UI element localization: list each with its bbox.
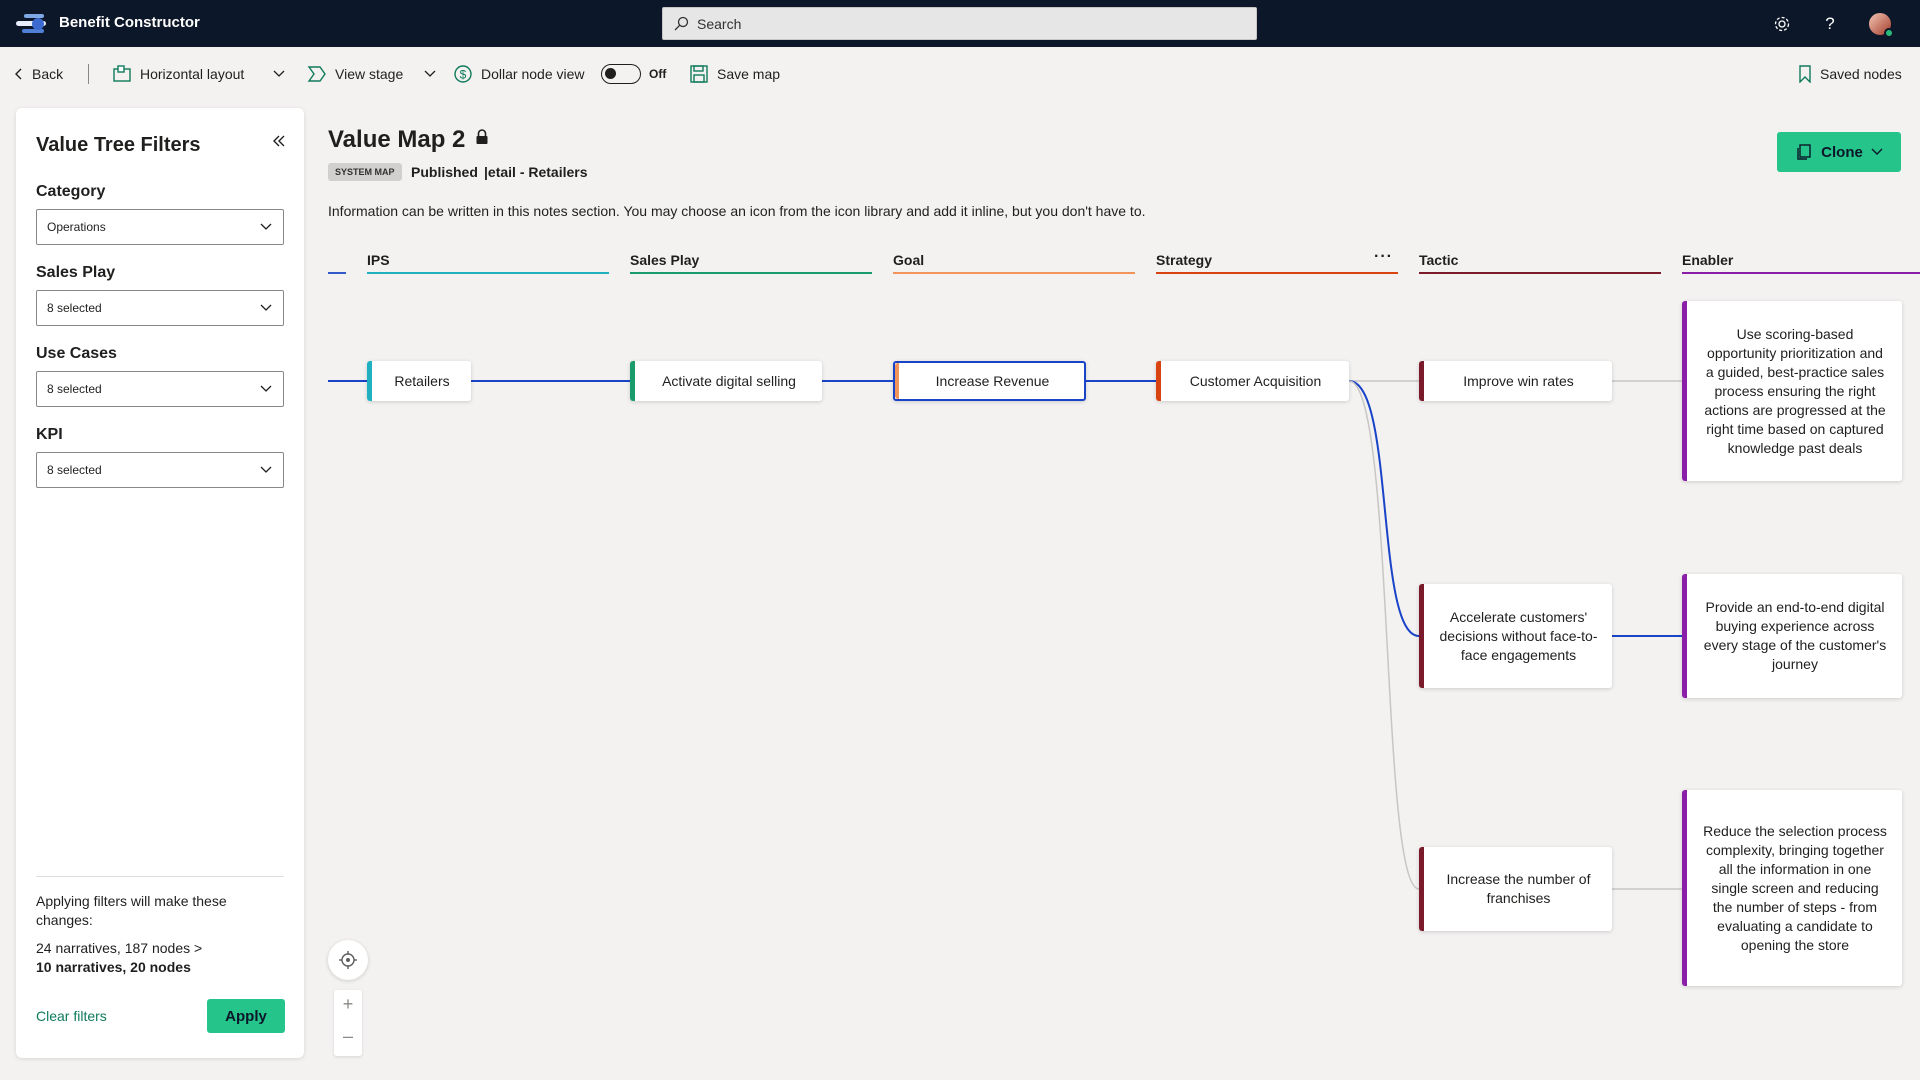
node-accent: [895, 363, 899, 399]
node-label: Reduce the selection process complexity,…: [1703, 822, 1887, 953]
node-label: Activate digital selling: [662, 372, 796, 389]
node-strategy[interactable]: Customer Acquisition: [1156, 361, 1349, 401]
node-label: Customer Acquisition: [1189, 372, 1322, 389]
node-sales-play[interactable]: Activate digital selling: [630, 361, 822, 401]
node-label: Increase the number of franchises: [1446, 871, 1591, 906]
node-accent: [1682, 301, 1687, 481]
node-accent: [1682, 574, 1687, 698]
zoom-in-icon[interactable]: +: [334, 994, 362, 1015]
node-enabler[interactable]: Use scoring-based opportunity prioritiza…: [1682, 301, 1902, 481]
node-label: Use scoring-based opportunity prioritiza…: [1704, 325, 1886, 456]
node-accent: [1419, 361, 1424, 401]
node-tactic[interactable]: Accelerate customers' decisions without …: [1419, 584, 1612, 688]
node-accent: [367, 361, 372, 401]
node-accent: [1419, 847, 1424, 931]
node-label: Retailers: [394, 372, 450, 389]
node-enabler[interactable]: Reduce the selection process complexity,…: [1682, 790, 1902, 986]
node-ips[interactable]: Retailers: [367, 361, 471, 401]
node-accent: [630, 361, 635, 401]
node-label: Improve win rates: [1463, 372, 1574, 389]
connector-lines: [328, 380, 1682, 890]
recenter-button[interactable]: [328, 940, 368, 980]
target-icon: [339, 951, 357, 969]
node-accent: [1156, 361, 1161, 401]
node-tactic[interactable]: Improve win rates: [1419, 361, 1612, 401]
zoom-controls: + –: [334, 990, 362, 1056]
node-goal[interactable]: Increase Revenue: [893, 361, 1086, 401]
node-label: Increase Revenue: [935, 372, 1050, 389]
node-label: Accelerate customers' decisions without …: [1439, 608, 1598, 663]
connector-line: [1348, 380, 1420, 890]
node-enabler[interactable]: Provide an end-to-end digital buying exp…: [1682, 574, 1902, 698]
node-label: Provide an end-to-end digital buying exp…: [1703, 599, 1887, 672]
node-accent: [1682, 790, 1687, 986]
node-accent: [1419, 584, 1424, 688]
node-tactic[interactable]: Increase the number of franchises: [1419, 847, 1612, 931]
zoom-out-icon[interactable]: –: [334, 1026, 362, 1047]
